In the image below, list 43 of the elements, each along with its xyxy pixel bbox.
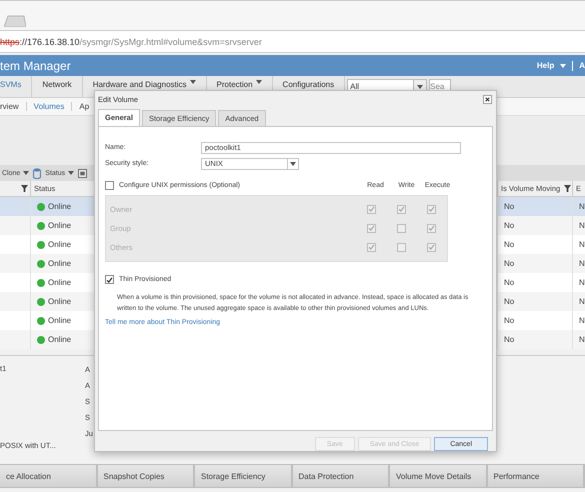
status-text: Online — [48, 221, 72, 230]
online-dot-icon — [37, 278, 45, 286]
status-text: Online — [48, 278, 72, 287]
status-text: Online — [48, 240, 72, 249]
nav-tab[interactable]: SVMs — [0, 76, 32, 97]
app-title: tem Manager — [0, 58, 71, 72]
online-dot-icon — [37, 298, 45, 306]
online-dot-icon — [37, 222, 45, 230]
status-text: Online — [48, 259, 72, 268]
url-host: ://176.16.38.10 — [20, 36, 80, 46]
bottom-tab[interactable]: Snapshot Copies — [98, 465, 195, 487]
online-dot-icon — [37, 316, 45, 324]
caret-icon — [68, 170, 74, 175]
filter-icon[interactable] — [564, 185, 572, 192]
sub-tab[interactable]: Volumes — [26, 102, 72, 111]
sub-tab[interactable]: rview — [0, 102, 27, 111]
online-dot-icon — [37, 240, 45, 248]
status-text: Online — [48, 335, 72, 344]
checkbox[interactable] — [105, 181, 114, 190]
bottom-tab[interactable]: Performance — [488, 465, 585, 487]
nav-tab[interactable]: Network — [32, 76, 83, 97]
status-text: Online — [48, 202, 72, 211]
filter-icon[interactable] — [21, 185, 28, 192]
url-scheme: https — [0, 36, 20, 46]
caret-icon — [23, 170, 30, 175]
online-dot-icon — [37, 260, 45, 268]
address-bar[interactable]: https://176.16.38.10/sysmgr/SysMgr.html#volume&svm=srvserver — [0, 30, 585, 53]
close-icon[interactable] — [483, 95, 492, 104]
online-dot-icon — [37, 202, 45, 210]
toolbar-icon[interactable] — [78, 168, 88, 178]
caret-icon — [560, 64, 566, 68]
table-cell: N — [572, 330, 585, 349]
online-dot-icon — [37, 336, 45, 344]
checkbox[interactable] — [105, 275, 114, 284]
bottom-tab[interactable]: Volume Move Details — [390, 465, 488, 487]
url-path: /sysmgr/SysMgr.html#volume&svm=srvserver — [80, 36, 262, 46]
bottom-tab[interactable]: Data Protection — [292, 465, 390, 487]
database-icon — [33, 168, 42, 178]
status-text: Online — [48, 316, 72, 325]
bottom-tab[interactable]: Storage Efficiency — [195, 465, 292, 487]
browser-tab-icon[interactable] — [4, 15, 26, 27]
bottom-tab[interactable]: ce Allocation — [0, 465, 98, 487]
status-text: Online — [48, 297, 72, 306]
